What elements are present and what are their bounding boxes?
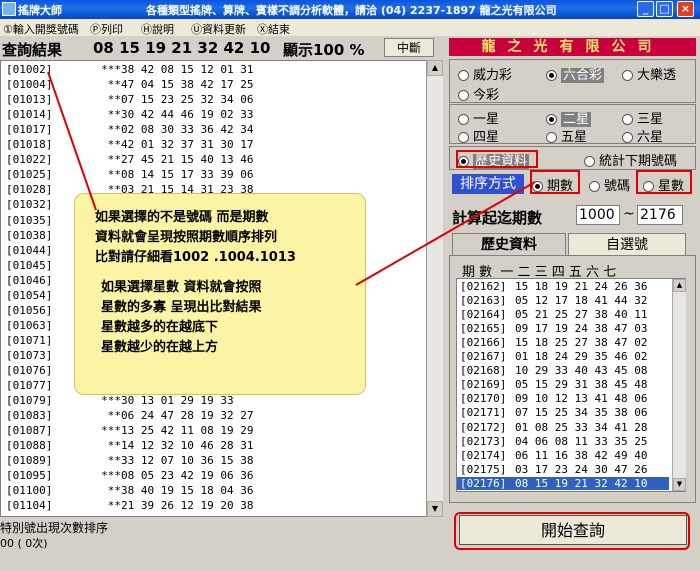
- arrow-to-sort: [355, 181, 536, 286]
- annotation-arrows: [47, 71, 536, 286]
- arrow-to-result: [47, 71, 97, 211]
